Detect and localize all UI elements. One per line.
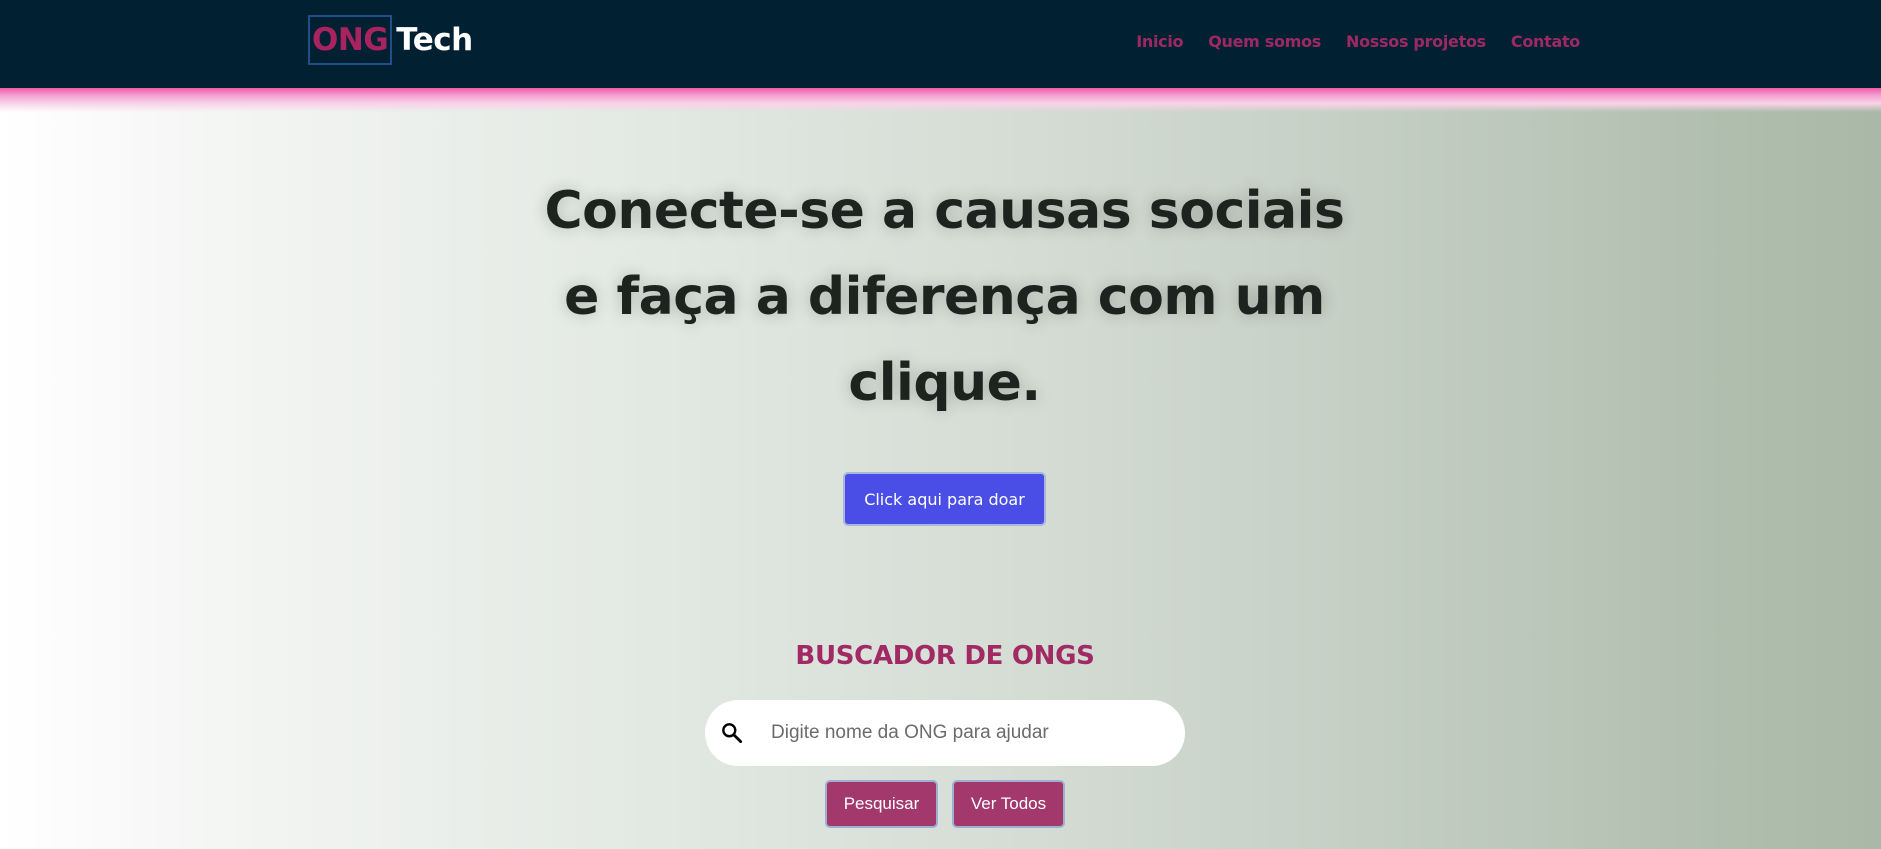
search-button[interactable]: Pesquisar xyxy=(825,780,938,828)
logo-tech-text: Tech xyxy=(396,22,473,58)
nav-item-contato[interactable]: Contato xyxy=(1511,30,1580,54)
nav-item-inicio[interactable]: Inicio xyxy=(1136,30,1183,54)
view-all-button[interactable]: Ver Todos xyxy=(952,780,1065,828)
nav-item-quem-somos[interactable]: Quem somos xyxy=(1208,30,1321,54)
donate-button[interactable]: Click aqui para doar xyxy=(843,472,1046,526)
hero-title: Conecte-se a causas sociais e faça a dif… xyxy=(544,181,1345,413)
search-input[interactable] xyxy=(765,700,1165,766)
search-section-title: BUSCADOR DE ONGS xyxy=(795,641,1095,671)
search-icon xyxy=(719,720,745,746)
site-header: ONG Tech Inicio Quem somos Nossos projet… xyxy=(0,0,1881,88)
header-accent-stripe xyxy=(0,88,1881,112)
logo[interactable]: ONG Tech xyxy=(308,14,473,66)
nav-item-nossos-projetos[interactable]: Nossos projetos xyxy=(1346,30,1486,54)
main-nav: Inicio Quem somos Nossos projetos Contat… xyxy=(1136,30,1580,54)
search-box xyxy=(705,700,1185,766)
logo-ong-text: ONG xyxy=(308,15,393,65)
